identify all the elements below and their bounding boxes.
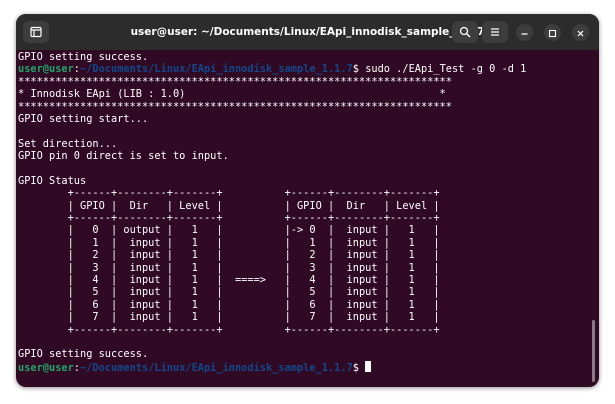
output-text: GPIO setting start...: [18, 112, 149, 125]
command-text: sudo ./EApi_Test -g 0 -d 1: [365, 63, 527, 76]
maximize-button[interactable]: [544, 24, 561, 41]
output-text: GPIO Status: [18, 174, 87, 187]
output-line: ****************************************…: [18, 101, 588, 113]
output-text: | 6 | input | 1 | | 6 | input | 1 |: [18, 298, 440, 311]
output-text: | GPIO | Dir | Level | | GPIO | Dir | Le…: [18, 199, 440, 212]
output-line: +------+--------+-------+ +------+------…: [18, 212, 588, 224]
output-text: | 5 | input | 1 | | 5 | input | 1 |: [18, 286, 440, 299]
output-text: | 1 | input | 1 | | 1 | input | 1 |: [18, 236, 440, 249]
output-line: | 5 | input | 1 | | 5 | input | 1 |: [18, 286, 588, 298]
hamburger-menu-icon: [489, 23, 501, 42]
prompt-user: user@user: [18, 361, 74, 374]
search-button[interactable]: [452, 21, 478, 43]
minimize-icon: [520, 23, 529, 42]
output-text: Set direction...: [18, 137, 118, 150]
prompt-user: user@user: [18, 63, 74, 76]
output-line: GPIO pin 0 direct is set to input.: [18, 150, 588, 162]
output-text: | 4 | input | 1 | ====> | 4 | input | 1 …: [18, 274, 440, 287]
prompt-path: ~/Documents/Linux/EApi_innodisk_sample_1…: [80, 361, 353, 374]
output-line: | 4 | input | 1 | ====> | 4 | input | 1 …: [18, 274, 588, 286]
output-text: GPIO setting success.: [18, 348, 149, 361]
output-line: | 6 | input | 1 | | 6 | input | 1 |: [18, 299, 588, 311]
terminal-output[interactable]: GPIO setting success. user@user:~/Documen…: [18, 51, 588, 387]
output-line: Set direction...: [18, 138, 588, 150]
output-line: | 7 | input | 1 | | 7 | input | 1 |: [18, 311, 588, 323]
output-line: | GPIO | Dir | Level | | GPIO | Dir | Le…: [18, 200, 588, 212]
output-text: | 2 | input | 1 | | 2 | input | 1 |: [18, 249, 440, 262]
output-line: GPIO setting success.: [18, 348, 588, 360]
close-button[interactable]: [572, 24, 589, 41]
maximize-icon: [548, 23, 557, 42]
output-line: | 3 | input | 1 | | 3 | input | 1 |: [18, 262, 588, 274]
output-line: | 2 | input | 1 | | 2 | input | 1 |: [18, 249, 588, 261]
prompt-path: ~/Documents/Linux/EApi_innodisk_sample_1…: [80, 63, 353, 76]
output-text: +------+--------+-------+ +------+------…: [18, 187, 440, 200]
output-text: ****************************************…: [18, 100, 452, 113]
output-text: GPIO setting success.: [18, 51, 149, 63]
output-line: | 0 | output | 1 | |-> 0 | input | 1 |: [18, 224, 588, 236]
menu-button[interactable]: [482, 21, 508, 43]
output-text: * Innodisk EApi (LIB : 1.0) *: [18, 88, 446, 101]
minimize-button[interactable]: [516, 24, 533, 41]
output-text: ****************************************…: [18, 75, 452, 88]
text-cursor: [365, 360, 372, 372]
prompt-line: user@user:~/Documents/Linux/EApi_innodis…: [18, 360, 588, 374]
output-text: GPIO pin 0 direct is set to input.: [18, 150, 229, 163]
window-title: user@user: ~/Documents/Linux/EApi_innodi…: [130, 26, 485, 38]
output-line: | 1 | input | 1 | | 1 | input | 1 |: [18, 237, 588, 249]
output-text: | 3 | input | 1 | | 3 | input | 1 |: [18, 261, 440, 274]
output-line: ****************************************…: [18, 76, 588, 88]
titlebar: user@user: ~/Documents/Linux/EApi_innodi…: [16, 14, 599, 50]
prompt-symbol: $: [352, 63, 366, 76]
terminal-window: user@user: ~/Documents/Linux/EApi_innodi…: [16, 14, 599, 387]
output-line: * Innodisk EApi (LIB : 1.0) *: [18, 88, 588, 100]
output-text: +------+--------+-------+ +------+------…: [18, 323, 440, 336]
output-line: GPIO setting start...: [18, 113, 588, 125]
output-text: +------+--------+-------+ +------+------…: [18, 212, 440, 225]
prompt-symbol: $: [352, 361, 366, 374]
output-line: +------+--------+-------+ +------+------…: [18, 187, 588, 199]
search-icon: [459, 23, 471, 42]
prompt-line: user@user:~/Documents/Linux/EApi_innodis…: [18, 63, 588, 75]
output-line: +------+--------+-------+ +------+------…: [18, 324, 588, 336]
scrollbar[interactable]: [592, 320, 595, 382]
output-line: GPIO Status: [18, 175, 588, 187]
output-text: | 0 | output | 1 | |-> 0 | input | 1 |: [18, 224, 440, 237]
output-line: GPIO setting success.: [18, 51, 588, 63]
close-icon: [576, 23, 585, 42]
output-text: | 7 | input | 1 | | 7 | input | 1 |: [18, 311, 440, 324]
